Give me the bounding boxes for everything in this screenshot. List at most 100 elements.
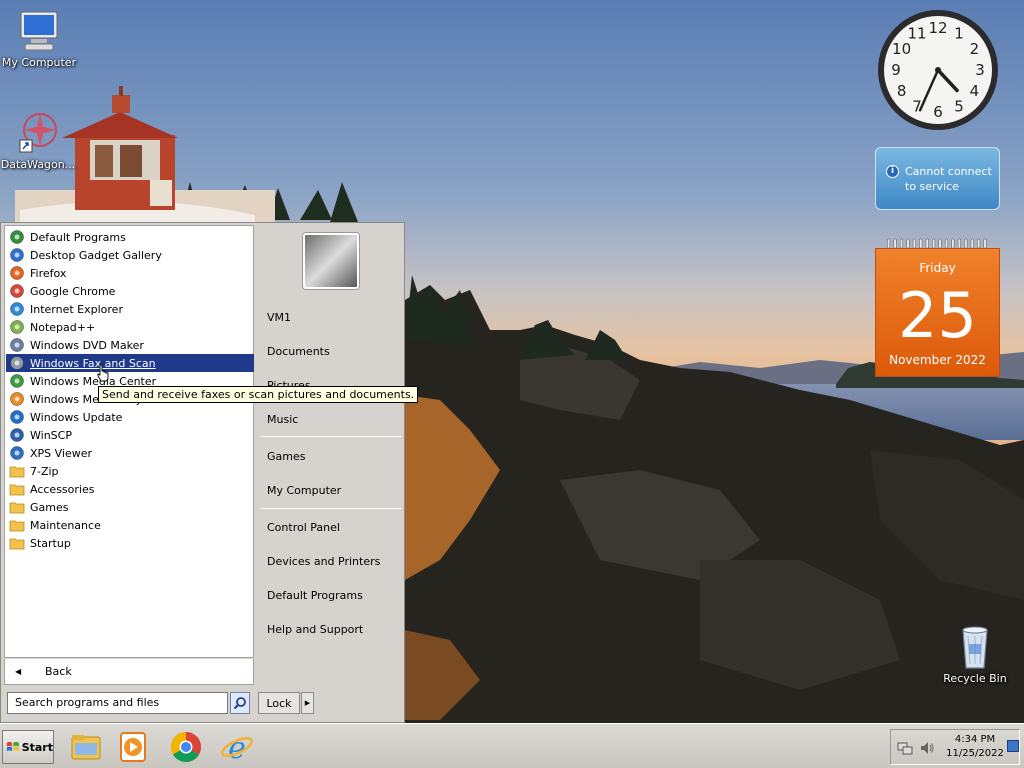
start-label: Start xyxy=(21,740,53,754)
calendar-ring xyxy=(951,238,955,249)
program-label: Windows DVD Maker xyxy=(30,338,144,352)
program-item[interactable]: Startup xyxy=(6,534,254,552)
desktop-icon-my-computer[interactable]: My Computer xyxy=(1,8,77,69)
clock-numeral: 8 xyxy=(897,82,907,100)
clock-numeral: 1 xyxy=(954,25,964,43)
program-item[interactable]: WinSCP xyxy=(6,426,254,444)
back-arrow-icon: ◀ xyxy=(15,667,22,676)
user-avatar[interactable] xyxy=(303,233,359,289)
program-label: Desktop Gadget Gallery xyxy=(30,248,162,262)
program-label: Accessories xyxy=(30,482,95,496)
program-label: Notepad++ xyxy=(30,320,96,334)
program-item[interactable]: Notepad++ xyxy=(6,318,254,336)
lock-button[interactable]: Lock xyxy=(258,692,300,714)
calendar-ring xyxy=(983,238,987,249)
start-menu-link[interactable]: My Computer xyxy=(267,484,341,497)
menu-separator xyxy=(261,436,401,437)
start-menu-link[interactable]: Music xyxy=(267,413,298,426)
clock-numeral: 10 xyxy=(892,40,911,58)
show-desktop-button[interactable] xyxy=(1007,740,1019,752)
program-item[interactable]: Default Programs xyxy=(6,228,254,246)
program-item[interactable]: Games xyxy=(6,498,254,516)
program-item[interactable]: Internet Explorer xyxy=(6,300,254,318)
chrome-taskbar-icon[interactable] xyxy=(168,729,204,765)
programs-list: Default Programs Desktop Gadget Gallery Fi… xyxy=(4,225,254,658)
program-label: Google Chrome xyxy=(30,284,116,298)
calendar-ring xyxy=(887,238,891,249)
program-item[interactable]: Desktop Gadget Gallery xyxy=(6,246,254,264)
network-icon[interactable] xyxy=(897,740,913,756)
program-label: Default Programs xyxy=(30,230,126,244)
chrome-icon xyxy=(10,284,24,298)
calendar-ring xyxy=(906,238,910,249)
clock-numeral: 11 xyxy=(907,25,926,43)
start-menu-link[interactable]: Help and Support xyxy=(267,623,363,636)
calendar-ring xyxy=(957,238,961,249)
volume-icon[interactable] xyxy=(919,740,935,756)
dvd-maker-icon xyxy=(10,338,24,352)
back-button[interactable]: ◀ Back xyxy=(4,659,254,685)
clock-numeral: 5 xyxy=(954,97,964,115)
program-item[interactable]: Accessories xyxy=(6,480,254,498)
desktop-icon-recycle-bin[interactable]: Recycle Bin xyxy=(937,624,1013,685)
program-label: Firefox xyxy=(30,266,67,280)
mouse-cursor-hand-icon xyxy=(97,364,109,382)
shutdown-options-arrow[interactable]: ▶ xyxy=(301,692,314,714)
folder-icon xyxy=(9,484,25,496)
calendar-ring xyxy=(893,238,897,249)
calendar-ring xyxy=(912,238,916,249)
system-clock[interactable]: 4:34 PM 11/25/2022 xyxy=(941,733,1009,761)
clock-gadget[interactable]: 1 2 3 4 5 6 7 8 9 10 11 12 xyxy=(876,8,1000,132)
program-label: Internet Explorer xyxy=(30,302,123,316)
chevron-right-icon: ▶ xyxy=(304,699,311,707)
start-menu-link[interactable]: Devices and Printers xyxy=(267,555,380,568)
menu-separator xyxy=(261,508,401,509)
start-button[interactable]: Start xyxy=(2,730,54,764)
program-label: Maintenance xyxy=(30,518,101,532)
winscp-icon xyxy=(10,428,24,442)
calendar-page: Friday 25 November 2022 xyxy=(875,248,1000,377)
program-label: 7-Zip xyxy=(30,464,59,478)
desktop-icon-datawagon[interactable]: DataWagon... xyxy=(0,110,76,171)
clock-face: 1234567891011 12 xyxy=(878,10,998,130)
calendar-ring xyxy=(925,238,929,249)
program-item[interactable]: Windows Fax and Scan xyxy=(6,354,254,372)
info-icon: i xyxy=(886,165,899,178)
program-item[interactable]: Google Chrome xyxy=(6,282,254,300)
calendar-ring xyxy=(970,238,974,249)
calendar-gadget[interactable]: Friday 25 November 2022 xyxy=(875,238,1000,377)
program-item[interactable]: Firefox xyxy=(6,264,254,282)
search-button[interactable] xyxy=(230,692,250,714)
start-menu: Default Programs Desktop Gadget Gallery Fi… xyxy=(0,222,405,723)
program-item[interactable]: Maintenance xyxy=(6,516,254,534)
internet-explorer-taskbar-icon[interactable]: e xyxy=(219,729,255,765)
explorer-taskbar-icon[interactable] xyxy=(68,729,104,765)
clock-numeral: 4 xyxy=(970,82,980,100)
program-item[interactable]: Windows Update xyxy=(6,408,254,426)
notification-area: 4:34 PM 11/25/2022 xyxy=(890,729,1020,765)
program-label: WinSCP xyxy=(30,428,72,442)
program-item[interactable]: 7-Zip xyxy=(6,462,254,480)
start-menu-link[interactable]: Default Programs xyxy=(267,589,363,602)
start-menu-link[interactable]: Documents xyxy=(267,345,330,358)
calendar-ring xyxy=(932,238,936,249)
folder-icon xyxy=(9,502,25,514)
computer-icon xyxy=(20,11,58,51)
program-label: Windows Fax and Scan xyxy=(30,356,156,370)
start-menu-link[interactable]: VM1 xyxy=(267,311,291,324)
weather-gadget[interactable]: i Cannot connect to service xyxy=(875,147,1000,210)
calendar-ring xyxy=(938,238,942,249)
taskbar: Start e 4:34 PM 11/25/2022 xyxy=(0,723,1024,768)
search-input[interactable]: Search programs and files xyxy=(7,692,228,714)
windows-flag-icon xyxy=(6,741,19,752)
folder-icon xyxy=(9,520,25,532)
media-player-taskbar-icon[interactable] xyxy=(115,729,151,765)
program-item[interactable]: Windows DVD Maker xyxy=(6,336,254,354)
start-menu-link[interactable]: Games xyxy=(267,450,305,463)
calendar-month: November 2022 xyxy=(889,353,986,367)
clock-numeral: 3 xyxy=(975,61,985,79)
back-label: Back xyxy=(45,665,72,678)
calendar-ring xyxy=(944,238,949,249)
program-item[interactable]: XPS Viewer xyxy=(6,444,254,462)
start-menu-link[interactable]: Control Panel xyxy=(267,521,340,534)
